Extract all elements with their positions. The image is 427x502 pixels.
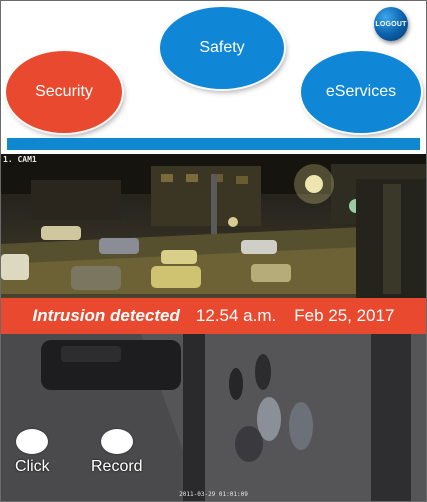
record-label: Record — [91, 458, 143, 475]
camera-feed: 1. CAM1 Intrusion detected 12.54 a.m. Fe… — [1, 154, 426, 501]
camera-timestamp: 2011-03-29 01:01:09 — [179, 491, 248, 498]
header: Security Safety eServices LOGOUT — [1, 1, 426, 161]
record-button[interactable] — [100, 429, 133, 454]
alert-time: 12.54 a.m. — [195, 306, 277, 325]
security-label: Security — [35, 83, 93, 100]
camera-label: 1. CAM1 — [3, 155, 37, 164]
app-frame: Security Safety eServices LOGOUT 1. CAM1… — [0, 0, 427, 502]
logout-button[interactable]: LOGOUT — [374, 7, 408, 41]
click-button[interactable] — [16, 429, 49, 454]
record-control[interactable]: Record — [91, 429, 143, 476]
eservices-label: eServices — [325, 83, 397, 100]
click-control[interactable]: Click — [15, 429, 50, 476]
safety-nav-button[interactable]: Safety — [160, 7, 284, 89]
click-label: Click — [15, 458, 50, 475]
logout-label: LOGOUT — [375, 20, 407, 28]
header-divider-bar — [7, 138, 420, 150]
alert-date: Feb 25, 2017 — [294, 306, 395, 325]
safety-label: Safety — [199, 39, 245, 56]
security-nav-button[interactable]: Security — [6, 51, 122, 133]
intrusion-alert-banner: Intrusion detected 12.54 a.m. Feb 25, 20… — [1, 298, 426, 334]
alert-title: Intrusion detected — [32, 306, 180, 325]
eservices-nav-button[interactable]: eServices — [301, 51, 421, 133]
